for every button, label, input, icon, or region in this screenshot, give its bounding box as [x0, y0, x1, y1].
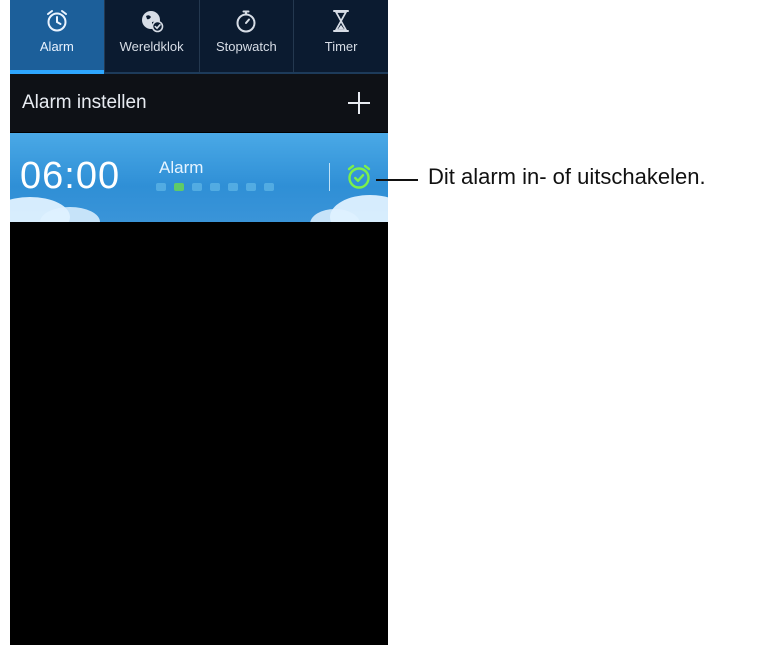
phone-screen: Alarm Wereldklok Stopwatch Timer Alarm i…: [10, 0, 388, 645]
alarm-clock-icon: [46, 10, 67, 32]
tab-label: Timer: [324, 39, 358, 54]
tab-timer[interactable]: Timer: [294, 0, 388, 72]
alarm-days: [156, 183, 274, 191]
alarm-name: Alarm: [159, 158, 204, 177]
day-indicator: [246, 183, 256, 191]
tab-label: Wereldklok: [119, 39, 184, 54]
day-indicator: [210, 183, 220, 191]
plus-icon[interactable]: [348, 92, 370, 114]
day-indicator: [174, 183, 184, 191]
stopwatch-icon: [236, 10, 256, 33]
day-indicator: [156, 183, 166, 191]
alarm-time: 06:00: [20, 155, 121, 197]
day-indicator: [228, 183, 238, 191]
callout-label: Dit alarm in- of uitschakelen.: [428, 164, 706, 189]
tab-stopwatch[interactable]: Stopwatch: [200, 0, 295, 72]
section-title: Alarm instellen: [22, 92, 147, 113]
alarm-instellen-row[interactable]: Alarm instellen: [10, 74, 388, 132]
tab-label: Stopwatch: [216, 39, 277, 54]
day-indicator: [192, 183, 202, 191]
callout-line: [376, 179, 418, 181]
alarm-list-item[interactable]: 06:00 Alarm: [10, 133, 388, 222]
tab-bar: Alarm Wereldklok Stopwatch Timer: [10, 0, 388, 74]
divider: [329, 163, 330, 191]
globe-icon: [141, 11, 163, 33]
tab-label: Alarm: [39, 39, 74, 54]
day-indicator: [264, 183, 274, 191]
tab-wereldklok[interactable]: Wereldklok: [105, 0, 200, 72]
alarm-toggle-icon[interactable]: [344, 162, 374, 192]
hourglass-icon: [333, 10, 350, 32]
tab-alarm[interactable]: Alarm: [10, 0, 105, 74]
